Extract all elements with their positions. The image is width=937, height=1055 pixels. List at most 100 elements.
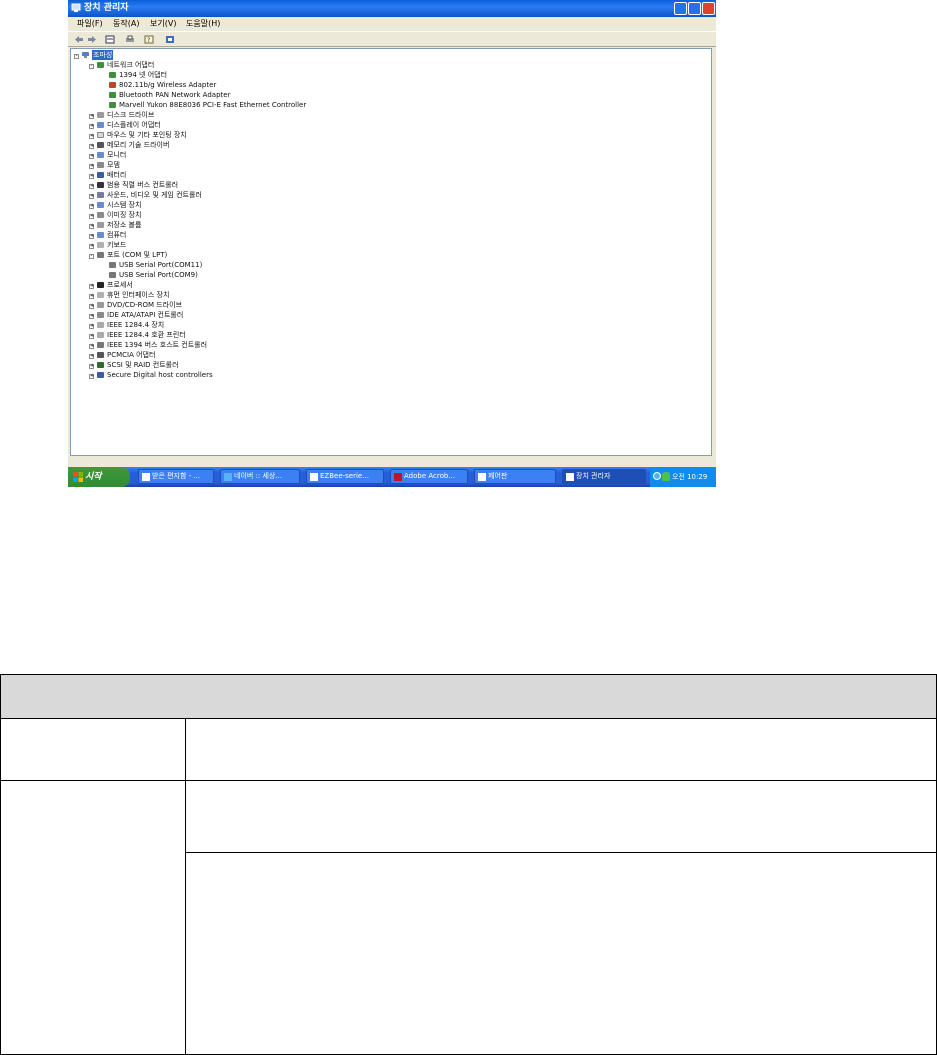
- expand-toggle[interactable]: +: [89, 154, 94, 159]
- printer-icon: [97, 322, 104, 328]
- expand-toggle[interactable]: +: [89, 314, 94, 319]
- taskbar-item-inbox[interactable]: 받은 편지함 - ...: [138, 469, 214, 484]
- printer-icon: [97, 332, 104, 338]
- expand-toggle[interactable]: +: [89, 294, 94, 299]
- storage-icon: [97, 222, 104, 228]
- expand-toggle[interactable]: +: [89, 354, 94, 359]
- device-manager-icon: [566, 473, 574, 481]
- window-title: 장치 관리자: [84, 3, 129, 13]
- taskbar-item-device-manager[interactable]: 장치 관리자: [562, 469, 646, 484]
- user-icon[interactable]: [662, 472, 670, 481]
- expand-toggle[interactable]: +: [89, 124, 94, 129]
- expand-toggle[interactable]: +: [89, 194, 94, 199]
- scsi-icon: [97, 362, 104, 368]
- windows-logo-icon: [73, 472, 83, 482]
- taskbar-item-ezbee[interactable]: EZBee-serie...: [306, 469, 384, 484]
- taskbar-item-control-panel[interactable]: 제어판: [474, 469, 556, 484]
- print-icon[interactable]: [125, 35, 135, 44]
- toolbar: ?: [68, 31, 716, 47]
- battery-icon: [97, 172, 104, 178]
- mail-icon: [142, 473, 150, 481]
- internet-explorer-icon: [224, 473, 232, 481]
- document-table: [0, 674, 937, 1055]
- expand-toggle[interactable]: +: [89, 214, 94, 219]
- computer-icon: [97, 232, 104, 238]
- usb-icon: [97, 182, 104, 188]
- expand-toggle[interactable]: +: [89, 364, 94, 369]
- expand-toggle[interactable]: +: [89, 224, 94, 229]
- memory-icon: [97, 142, 104, 148]
- serial-port-icon: [109, 262, 116, 268]
- sd-card-icon: [97, 372, 104, 378]
- expand-toggle[interactable]: +: [89, 324, 94, 329]
- firewire-icon: [97, 342, 104, 348]
- maximize-button[interactable]: [688, 2, 701, 15]
- expand-toggle[interactable]: +: [89, 334, 94, 339]
- forward-arrow-icon[interactable]: [87, 35, 97, 44]
- device-manager-screenshot: 장치 관리자 파일(F) 동작(A) 보기(V) 도움말(H) ? - 조마성 …: [68, 0, 716, 487]
- menu-action[interactable]: 동작(A): [113, 17, 139, 31]
- table-cell: [0, 780, 186, 1055]
- close-button[interactable]: [702, 2, 715, 15]
- expand-toggle[interactable]: +: [89, 304, 94, 309]
- expand-toggle[interactable]: +: [89, 204, 94, 209]
- tray-expand-icon[interactable]: [653, 472, 661, 480]
- sound-icon: [97, 192, 104, 198]
- properties-icon[interactable]: [105, 35, 115, 44]
- ports-collapse-toggle[interactable]: -: [89, 254, 94, 259]
- expand-toggle[interactable]: +: [89, 244, 94, 249]
- expand-toggle[interactable]: +: [89, 374, 94, 379]
- control-panel-icon: [478, 473, 486, 481]
- svg-text:?: ?: [147, 37, 150, 44]
- taskbar: 시작 받은 편지함 - ... 네이버 :: 세상... EZBee-serie…: [68, 467, 716, 487]
- scan-hardware-icon[interactable]: [165, 35, 175, 44]
- table-cell: [0, 718, 186, 781]
- keyboard-icon: [97, 242, 104, 248]
- expand-toggle[interactable]: +: [89, 164, 94, 169]
- back-arrow-icon[interactable]: [74, 35, 84, 44]
- menu-view[interactable]: 보기(V): [150, 17, 176, 31]
- clock: 오전 10:29: [672, 473, 708, 481]
- network-card-icon: [109, 72, 116, 78]
- expand-toggle[interactable]: +: [89, 174, 94, 179]
- computer-icon: [82, 52, 89, 58]
- table-cell: [185, 780, 937, 853]
- monitor-icon: [97, 152, 104, 158]
- menu-help[interactable]: 도움말(H): [186, 17, 220, 31]
- network-card-icon: [109, 82, 116, 88]
- expand-toggle[interactable]: +: [89, 134, 94, 139]
- device-tree: - 조마성 - 네트워크 어댑터 1394 넷 어댑터 802.11b/g Wi…: [70, 48, 712, 456]
- root-collapse-toggle[interactable]: -: [74, 54, 79, 59]
- document-icon: [310, 473, 318, 481]
- serial-port-icon: [109, 272, 116, 278]
- network-card-icon: [109, 92, 116, 98]
- start-label: 시작: [85, 472, 102, 482]
- network-adapter-icon: [97, 62, 104, 68]
- acrobat-icon: [394, 473, 402, 481]
- modem-icon: [97, 162, 104, 168]
- mouse-icon: [97, 132, 104, 138]
- expand-toggle[interactable]: +: [89, 114, 94, 119]
- table-cell: [185, 852, 937, 1055]
- device-manager-icon: [71, 3, 81, 12]
- pcmcia-icon: [97, 352, 104, 358]
- hid-icon: [97, 292, 104, 298]
- taskbar-item-acrobat[interactable]: Adobe Acrob...: [390, 469, 468, 484]
- table-header-row: [0, 674, 937, 719]
- help-icon[interactable]: ?: [144, 35, 154, 44]
- expand-toggle[interactable]: +: [89, 234, 94, 239]
- expand-toggle[interactable]: +: [89, 284, 94, 289]
- title-bar: 장치 관리자: [68, 0, 716, 17]
- expand-toggle[interactable]: +: [89, 144, 94, 149]
- start-button[interactable]: 시작: [68, 467, 130, 487]
- menu-file[interactable]: 파일(F): [77, 17, 103, 31]
- expand-toggle[interactable]: +: [89, 184, 94, 189]
- taskbar-item-browser[interactable]: 네이버 :: 세상...: [220, 469, 300, 484]
- system-device-icon: [97, 202, 104, 208]
- network-card-icon: [109, 102, 116, 108]
- network-collapse-toggle[interactable]: -: [89, 64, 94, 69]
- minimize-button[interactable]: [674, 2, 687, 15]
- ide-controller-icon: [97, 312, 104, 318]
- expand-toggle[interactable]: +: [89, 344, 94, 349]
- disk-drive-icon: [97, 112, 104, 118]
